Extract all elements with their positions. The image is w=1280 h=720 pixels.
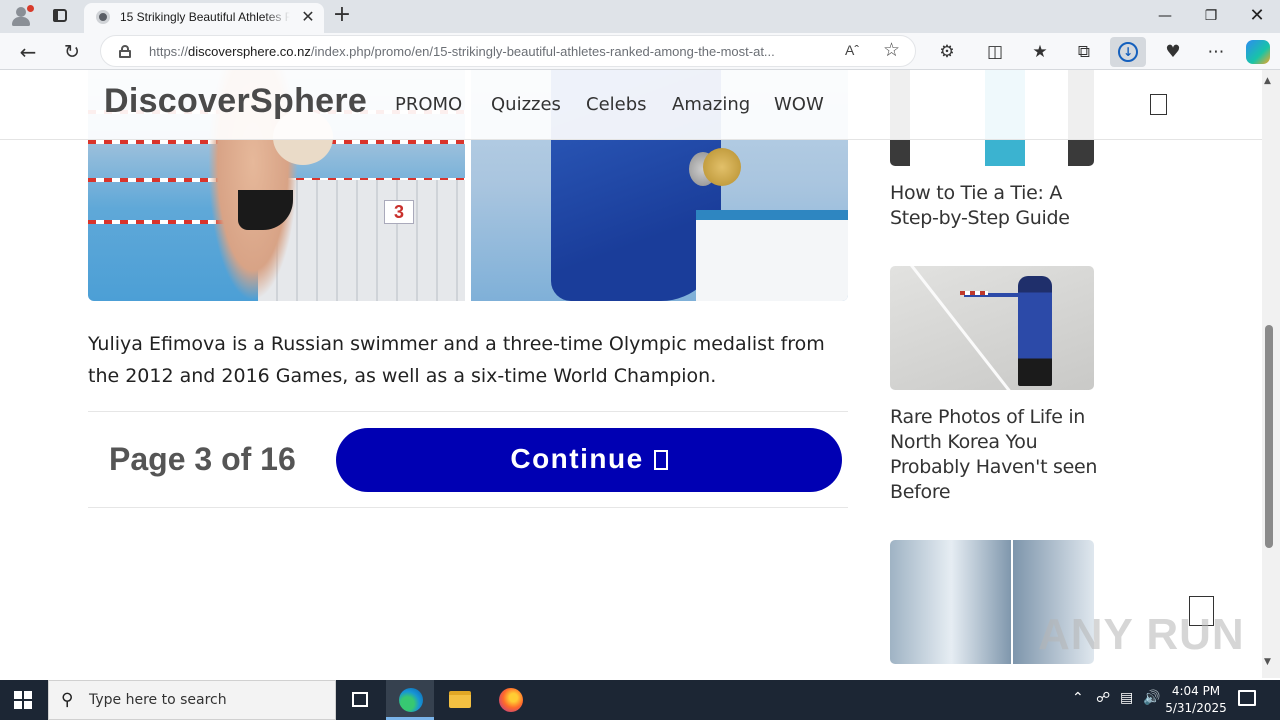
continue-label: Continue [510,443,644,474]
minimize-button[interactable]: — [1142,0,1188,32]
sidebar-item-tie-title[interactable]: How to Tie a Tie: A Step-by-Step Guide [890,181,1100,231]
edge-icon [399,688,423,712]
article-paragraph: Yuliya Efimova is a Russian swimmer and … [88,333,825,387]
back-arrow-icon[interactable]: ← [14,38,42,66]
taskbar-firefox-button[interactable] [486,680,534,720]
meet-now-icon[interactable]: ☍ [1096,690,1110,706]
page-counter: Page 3 of 16 [109,441,296,477]
read-aloud-icon[interactable]: Aˆ [845,42,859,58]
scrollbar-thumb[interactable] [1265,325,1273,548]
show-hidden-icons-chevron-icon[interactable]: ⌃ [1072,690,1084,706]
nav-promo[interactable]: PROMO [395,94,462,115]
taskbar-search-box[interactable]: ⚲ Type here to search [48,680,336,720]
task-view-button[interactable] [336,680,384,720]
clock-date: 5/31/2025 [1165,701,1227,715]
tab-close-icon[interactable]: ✕ [298,7,318,27]
favorites-icon[interactable]: ★ [1027,39,1053,65]
scroll-down-icon[interactable]: ▼ [1264,657,1271,667]
sidebar-north-korea-image[interactable] [890,266,1094,390]
search-icon: ⚲ [61,690,74,710]
browser-essentials-icon[interactable]: ♥ [1160,39,1186,65]
windows-start-icon[interactable] [14,691,32,709]
collections-icon[interactable]: ⧉ [1071,39,1097,65]
nav-wow[interactable]: WOW [774,94,824,115]
split-screen-icon[interactable]: ◫ [982,39,1008,65]
url-host: discoversphere.co.nz [188,44,311,59]
sidebar-item-north-korea-title[interactable]: Rare Photos of Life in North Korea You P… [890,405,1100,505]
web-page: DiscoverSphere PROMO Quizzes Celebs Amaz… [0,70,1262,678]
site-logo[interactable]: DiscoverSphere [104,82,367,121]
reload-icon[interactable]: ↻ [58,38,86,66]
divider [88,507,848,508]
url-text[interactable]: https://discoversphere.co.nz/index.php/p… [149,44,839,59]
extensions-icon[interactable]: ⚙ [934,39,960,65]
nav-celebs[interactable]: Celebs [586,94,647,115]
lane-block-number: 3 [384,200,414,224]
taskbar-edge-button[interactable] [386,680,434,720]
copilot-icon[interactable] [1246,40,1270,64]
notifications-icon[interactable] [1238,690,1256,706]
lock-icon[interactable] [119,45,131,58]
browser-toolbar: ← ↻ https://discoversphere.co.nz/index.p… [0,33,1280,70]
restore-button[interactable]: ❐ [1188,0,1234,32]
firefox-icon [499,688,523,712]
continue-button[interactable]: Continue [336,428,842,492]
site-header: DiscoverSphere PROMO Quizzes Celebs Amaz… [0,70,1262,140]
task-view-icon [352,692,368,707]
new-tab-button[interactable]: + [330,4,354,28]
url-path: /index.php/promo/en/15-strikingly-beauti… [310,44,775,59]
divider [88,411,848,412]
taskbar-search-placeholder: Type here to search [89,692,227,708]
url-prefix: https:// [149,44,189,59]
tab-strip: 15 Strikingly Beautiful Athletes Ranked … [0,0,1280,33]
downloads-icon[interactable]: ↓ [1110,37,1146,67]
nav-quizzes[interactable]: Quizzes [491,94,561,115]
taskbar-clock[interactable]: 4:04 PM 5/31/2025 [1160,683,1232,717]
tab-title: 15 Strikingly Beautiful Athletes Ranked … [120,10,290,24]
profile-icon[interactable] [10,5,34,27]
more-menu-icon[interactable]: ⋯ [1203,39,1229,65]
favorite-star-icon[interactable]: ☆ [883,39,900,61]
taskbar-file-explorer-button[interactable] [436,680,484,720]
site-favicon-icon [96,10,110,24]
windows-taskbar: ⚲ Type here to search ⌃ ☍ ▤ 🔊 4:04 PM 5/… [0,680,1280,720]
nav-amazing[interactable]: Amazing [672,94,750,115]
clock-time: 4:04 PM [1171,684,1221,698]
network-icon[interactable]: ▤ [1120,690,1133,706]
volume-icon[interactable]: 🔊 [1143,690,1160,706]
scroll-up-icon[interactable]: ▲ [1264,76,1271,86]
folder-icon [449,691,471,708]
anyrun-watermark: ANY RUN [1038,610,1245,659]
arrow-icon [653,450,668,470]
menu-toggle-icon[interactable] [1150,94,1167,115]
window-close-button[interactable]: ✕ [1234,0,1280,32]
browser-tab[interactable]: 15 Strikingly Beautiful Athletes Ranked … [84,3,324,33]
tab-actions-icon[interactable] [50,6,70,26]
address-bar[interactable]: https://discoversphere.co.nz/index.php/p… [100,35,916,67]
